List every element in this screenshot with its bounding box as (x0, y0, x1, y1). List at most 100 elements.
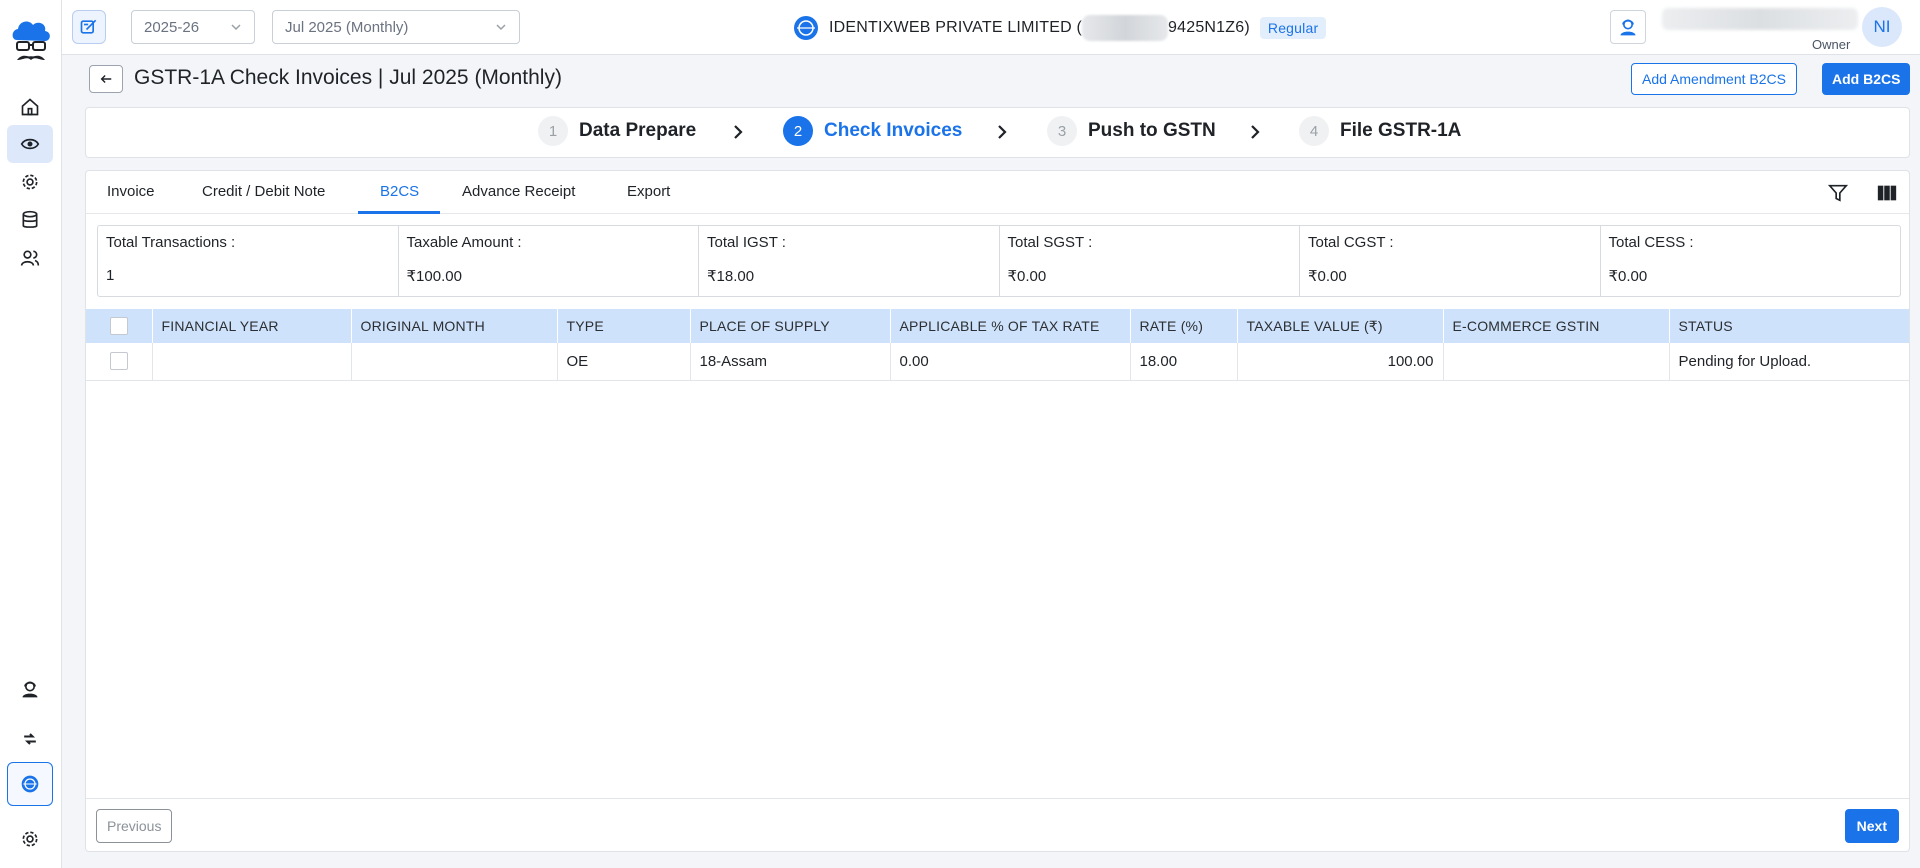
columns-icon (1877, 185, 1897, 201)
edit-notes-button[interactable] (72, 10, 106, 44)
support-agent-icon (1620, 19, 1636, 36)
top-bar: 2025-26 Jul 2025 (Monthly) IDENTIXWEB PR… (62, 0, 1920, 55)
cloud-mascot-logo (9, 16, 53, 70)
column-header[interactable]: TYPE (557, 309, 691, 343)
nav-users[interactable] (7, 239, 53, 277)
edit-icon (80, 19, 97, 34)
summary-total-igst: Total IGST : ₹18.00 (699, 226, 1000, 296)
cell-status: Pending for Upload. (1669, 343, 1909, 381)
column-header[interactable]: RATE (%) (1130, 309, 1238, 343)
row-checkbox[interactable] (109, 352, 128, 371)
summary-value: ₹0.00 (1007, 268, 1047, 285)
tab-b2cs[interactable]: B2CS (380, 183, 419, 200)
redacted-gstin (1082, 15, 1169, 41)
step-push-to-gstn[interactable]: 3 Push to GSTN (1047, 116, 1216, 146)
column-header[interactable]: PLACE OF SUPPLY (690, 309, 891, 343)
step-label: Data Prepare (579, 120, 697, 141)
column-header[interactable]: ORIGINAL MONTH (351, 309, 558, 343)
summary-value: ₹0.00 (1308, 268, 1347, 285)
summary-total-cgst: Total CGST : ₹0.00 (1300, 226, 1601, 296)
summary-total-sgst: Total SGST : ₹0.00 (1000, 226, 1300, 296)
sync-icon (24, 733, 36, 745)
nav-settings[interactable] (7, 163, 53, 201)
add-amendment-b2cs-button[interactable]: Add Amendment B2CS (1631, 63, 1797, 95)
chevron-down-icon (231, 24, 241, 31)
tab-advance-receipt[interactable]: Advance Receipt (462, 183, 575, 200)
nav-bottom-settings[interactable] (7, 820, 53, 858)
next-button[interactable]: Next (1844, 809, 1899, 843)
select-all-checkbox[interactable] (109, 317, 128, 335)
cell-rate: 18.00 (1130, 343, 1238, 381)
summary-value: ₹100.00 (406, 268, 462, 285)
cell-type: OE (557, 343, 691, 381)
summary-taxable-amount: Taxable Amount : ₹100.00 (399, 226, 699, 296)
column-header[interactable]: STATUS (1669, 309, 1909, 343)
nav-home[interactable] (7, 88, 53, 126)
table-header-row: FINANCIAL YEAR ORIGINAL MONTH TYPE PLACE… (86, 309, 1909, 343)
chevron-down-icon (496, 24, 506, 31)
financial-year-select[interactable]: 2025-26 (131, 10, 255, 44)
invoices-card: Invoice Credit / Debit Note B2CS Advance… (85, 170, 1910, 852)
arrow-left-icon (100, 75, 112, 83)
step-data-prepare[interactable]: 1 Data Prepare (538, 116, 696, 146)
tab-invoice[interactable]: Invoice (107, 183, 155, 200)
step-check-invoices[interactable]: 2 Check Invoices (783, 116, 962, 146)
eye-icon (20, 138, 40, 150)
select-all-cell (86, 309, 153, 343)
cell-applicable-pct: 0.00 (890, 343, 1131, 381)
tab-credit-debit-note[interactable]: Credit / Debit Note (202, 183, 325, 200)
pagination-footer: Previous Next (86, 798, 1909, 851)
step-label: Check Invoices (824, 120, 963, 141)
filter-button[interactable] (1826, 181, 1850, 205)
company-name-prefix: IDENTIXWEB PRIVATE LIMITED ( (829, 19, 1083, 37)
page-title: GSTR-1A Check Invoices | Jul 2025 (Month… (134, 66, 562, 89)
tab-export[interactable]: Export (627, 183, 670, 200)
cell-taxable-value: 100.00 (1237, 343, 1444, 381)
table-row[interactable]: OE 18-Assam 0.00 18.00 100.00 Pending fo… (86, 343, 1909, 381)
nav-gst[interactable] (7, 762, 53, 806)
summary-label: Total CESS : (1608, 234, 1694, 251)
step-file-gstr-1a[interactable]: 4 File GSTR-1A (1299, 116, 1461, 146)
step-number: 1 (538, 116, 568, 146)
redacted-user-name (1662, 8, 1858, 30)
support-agent-icon (22, 681, 38, 698)
summary-value: ₹0.00 (1608, 268, 1648, 285)
period-value: Jul 2025 (Monthly) (285, 18, 409, 36)
nav-sync[interactable] (7, 720, 53, 758)
add-b2cs-button[interactable]: Add B2CS (1822, 63, 1911, 95)
chevron-right-icon (998, 125, 1007, 139)
columns-button[interactable] (1875, 181, 1899, 205)
active-tab-indicator (358, 211, 440, 214)
period-select[interactable]: Jul 2025 (Monthly) (272, 10, 520, 44)
step-number: 2 (783, 116, 813, 146)
financial-year-value: 2025-26 (144, 18, 200, 36)
database-icon (22, 210, 38, 228)
gst-logo-icon (794, 16, 818, 40)
chevron-right-icon (1251, 125, 1260, 139)
step-number: 3 (1047, 116, 1077, 146)
summary-label: Total SGST : (1007, 234, 1093, 251)
cell-place-of-supply: 18-Assam (690, 343, 891, 381)
column-header[interactable]: TAXABLE VALUE (₹) (1237, 309, 1444, 343)
row-select-cell (86, 343, 153, 381)
company-info: IDENTIXWEB PRIVATE LIMITED (9425N1Z6) Re… (793, 13, 1327, 43)
filter-icon (1827, 184, 1849, 202)
invoice-type-tabs: Invoice Credit / Debit Note B2CS Advance… (86, 171, 1909, 214)
avatar[interactable]: NI (1862, 7, 1902, 47)
column-header[interactable]: FINANCIAL YEAR (152, 309, 352, 343)
summary-label: Total CGST : (1308, 234, 1394, 251)
home-icon (21, 98, 39, 116)
previous-button[interactable]: Previous (96, 809, 173, 843)
summary-value: 1 (106, 267, 115, 284)
step-label: Push to GSTN (1088, 120, 1216, 141)
summary-label: Total IGST : (707, 234, 786, 251)
support-button[interactable] (1610, 10, 1646, 44)
column-header[interactable]: E-COMMERCE GSTIN (1443, 309, 1670, 343)
nav-support[interactable] (7, 670, 53, 708)
back-button[interactable] (89, 65, 123, 93)
nav-database[interactable] (7, 201, 53, 239)
nav-view[interactable] (7, 125, 53, 163)
column-header[interactable]: APPLICABLE % OF TAX RATE (890, 309, 1131, 343)
cell-original-month (351, 343, 558, 381)
summary-label: Total Transactions : (106, 234, 236, 251)
